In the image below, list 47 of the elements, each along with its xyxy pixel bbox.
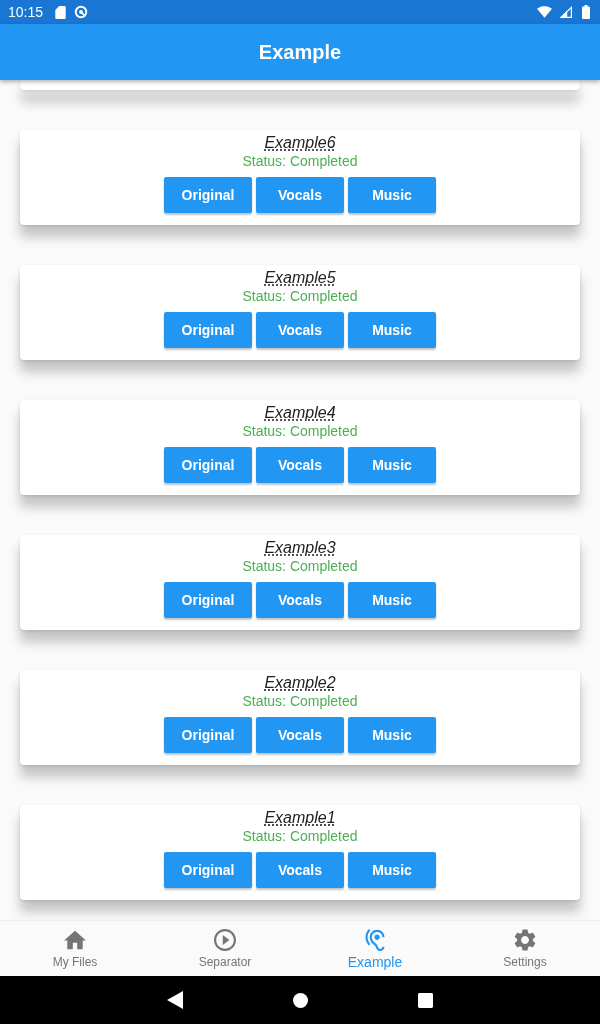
- app-bar-title: Example: [258, 40, 342, 64]
- track-title: Example1: [264, 809, 336, 827]
- track-button[interactable]: Music: [348, 852, 436, 888]
- battery-icon: [582, 5, 590, 19]
- status-time: 10:15: [8, 4, 44, 20]
- status-text: Status: Completed: [242, 557, 358, 575]
- wifi-icon: [537, 6, 552, 18]
- track-title: Example4: [264, 404, 336, 422]
- recents-icon[interactable]: [418, 992, 433, 1008]
- track-button[interactable]: Music: [348, 582, 436, 618]
- track-button[interactable]: Original: [164, 852, 252, 888]
- status-text: Status: Completed: [242, 152, 358, 170]
- status-text: Status: Completed: [242, 422, 358, 440]
- signal-icon: [560, 6, 572, 18]
- track-title: Example6: [264, 134, 336, 152]
- track-button[interactable]: Music: [348, 177, 436, 213]
- gear-icon: [514, 928, 536, 951]
- back-icon[interactable]: [167, 991, 183, 1009]
- status-text: Status: Completed: [242, 287, 358, 305]
- track-button[interactable]: Vocals: [256, 852, 344, 888]
- status-text: Status: Completed: [242, 827, 358, 845]
- track-button[interactable]: Original: [164, 717, 252, 753]
- track-button[interactable]: Vocals: [256, 447, 344, 483]
- track-title: Example2: [264, 674, 336, 692]
- track-button[interactable]: Music: [348, 717, 436, 753]
- ear-icon: [364, 928, 386, 951]
- nav-tab[interactable]: Separator: [150, 921, 300, 976]
- sd-card-icon: [55, 5, 67, 19]
- nav-tab[interactable]: My Files: [0, 921, 150, 976]
- home-circle-icon[interactable]: [293, 992, 308, 1008]
- track-button[interactable]: Original: [164, 312, 252, 348]
- track-button[interactable]: Original: [164, 582, 252, 618]
- nav-tab[interactable]: Example: [300, 921, 450, 976]
- track-button[interactable]: Original: [164, 447, 252, 483]
- ring-icon: [74, 5, 89, 19]
- status-text: Status: Completed: [242, 692, 358, 710]
- track-button[interactable]: Vocals: [256, 312, 344, 348]
- track-button[interactable]: Original: [164, 177, 252, 213]
- track-title: Example5: [264, 269, 336, 287]
- home-icon: [64, 928, 86, 951]
- track-button[interactable]: Music: [348, 447, 436, 483]
- track-title: Example3: [264, 539, 336, 557]
- track-button[interactable]: Vocals: [256, 177, 344, 213]
- track-button[interactable]: Vocals: [256, 582, 344, 618]
- track-button[interactable]: Music: [348, 312, 436, 348]
- track-button[interactable]: Vocals: [256, 717, 344, 753]
- nav-tab[interactable]: Settings: [450, 921, 600, 976]
